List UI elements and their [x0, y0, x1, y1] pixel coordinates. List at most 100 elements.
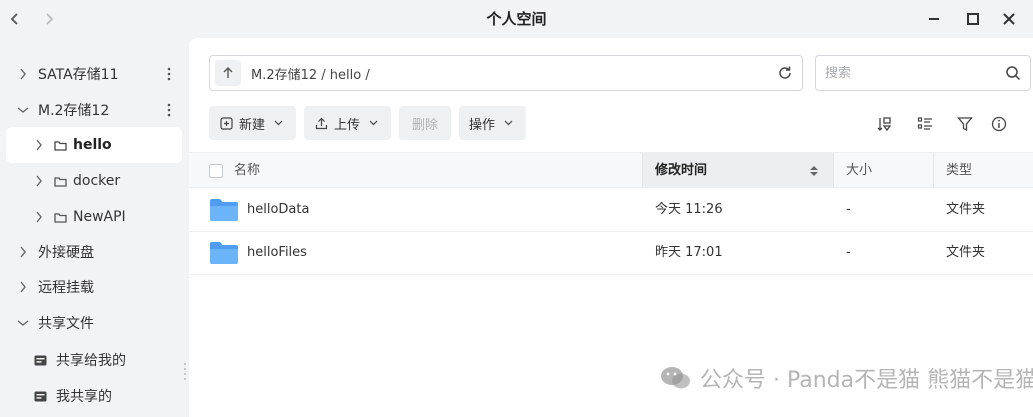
info-icon — [991, 116, 1007, 132]
close-button[interactable] — [994, 4, 1024, 34]
more-vertical-icon[interactable] — [164, 66, 174, 82]
filter-icon — [957, 117, 973, 132]
filter-button[interactable] — [955, 114, 975, 134]
list-view-icon — [917, 117, 932, 130]
table-row[interactable]: helloFiles 昨天 17:01 - 文件夹 — [189, 232, 1033, 275]
refresh-button[interactable] — [776, 64, 794, 82]
table-header: 名称 修改时间 大小 类型 — [189, 152, 1033, 188]
sidebar-item-m2[interactable]: M.2存储12 — [6, 92, 182, 128]
chevron-left-icon — [10, 13, 18, 25]
column-name[interactable]: 名称 — [234, 153, 642, 188]
folder-icon — [54, 139, 68, 151]
new-file-icon — [219, 116, 233, 130]
chevron-down-icon[interactable] — [16, 316, 30, 330]
window-title: 个人空间 — [486, 10, 547, 28]
sidebar-item-label: M.2存储12 — [38, 103, 110, 119]
breadcrumb[interactable]: M.2存储12 / hello / — [251, 64, 370, 83]
new-button[interactable]: 新建 — [209, 106, 296, 140]
chevron-right-icon[interactable] — [16, 280, 30, 294]
watermark: 公众号 · Panda不是猫 熊猫不是猫猫 — [660, 360, 1033, 396]
sidebar-item-shared-files[interactable]: 共享文件 — [6, 305, 182, 341]
sidebar-item-label: 外接硬盘 — [38, 245, 94, 261]
upload-button-label: 上传 — [334, 117, 361, 133]
sidebar-item-label: SATA存储11 — [38, 67, 119, 83]
sidebar-item-label: docker — [73, 173, 121, 189]
chevron-right-icon[interactable] — [32, 174, 46, 188]
column-divider — [833, 153, 834, 188]
folder-icon — [210, 242, 238, 264]
delete-button-label: 删除 — [411, 117, 438, 133]
upload-icon — [314, 116, 328, 130]
sidebar-item-label: hello — [73, 137, 112, 153]
column-modified-label: 修改时间 — [655, 163, 708, 178]
sidebar-item-my-shares[interactable]: 我共享的 — [6, 378, 182, 414]
sidebar-item-external-disk[interactable]: 外接硬盘 — [6, 234, 182, 270]
search-button[interactable] — [1004, 64, 1022, 82]
list-view-button[interactable] — [915, 114, 935, 134]
file-size: - — [846, 245, 851, 260]
refresh-icon — [779, 66, 791, 79]
title-bar: 个人空间 — [0, 0, 1033, 38]
file-type: 文件夹 — [946, 245, 986, 260]
column-divider — [933, 153, 934, 188]
folder-icon — [210, 199, 238, 221]
minimize-icon — [929, 18, 939, 20]
file-type: 文件夹 — [946, 202, 986, 217]
chevron-right-icon[interactable] — [16, 67, 30, 81]
forward-button[interactable] — [34, 0, 64, 38]
sidebar-item-label: 远程挂载 — [38, 280, 94, 296]
search-input[interactable] — [825, 65, 985, 81]
maximize-button[interactable] — [958, 4, 988, 34]
up-directory-button[interactable] — [215, 60, 241, 86]
chevron-down-icon[interactable] — [16, 103, 30, 117]
table-row[interactable]: helloData 今天 11:26 - 文件夹 — [189, 189, 1033, 232]
chevron-down-icon — [273, 118, 283, 128]
chevron-right-icon[interactable] — [16, 245, 30, 259]
sidebar: SATA存储11 M.2存储12 hello docker NewAPI 外接硬… — [0, 38, 188, 417]
column-type[interactable]: 类型 — [946, 153, 1032, 188]
sidebar-item-label: 共享文件 — [38, 316, 94, 332]
actions-button[interactable]: 操作 — [459, 106, 526, 140]
sort-button[interactable] — [875, 114, 895, 134]
file-modified: 昨天 17:01 — [655, 245, 723, 260]
shared-drive-icon — [34, 390, 48, 402]
sidebar-item-hello[interactable]: hello — [6, 127, 182, 163]
chevron-right-icon — [46, 13, 54, 25]
sidebar-item-label: NewAPI — [73, 209, 126, 225]
chevron-down-icon — [503, 118, 513, 128]
select-all-checkbox[interactable] — [209, 164, 223, 178]
sidebar-item-label: 我共享的 — [56, 389, 112, 405]
sidebar-item-sata[interactable]: SATA存储11 — [6, 56, 182, 92]
actions-button-label: 操作 — [469, 117, 496, 133]
info-button[interactable] — [989, 114, 1009, 134]
column-size[interactable]: 大小 — [846, 153, 932, 188]
chevron-right-icon[interactable] — [32, 138, 46, 152]
arrow-up-icon — [223, 67, 233, 78]
minimize-button[interactable] — [919, 4, 949, 34]
resize-handle-icon[interactable] — [183, 362, 187, 380]
sidebar-item-docker[interactable]: docker — [6, 163, 182, 199]
sidebar-item-remote-mount[interactable]: 远程挂载 — [6, 269, 182, 305]
new-button-label: 新建 — [239, 117, 266, 133]
upload-button[interactable]: 上传 — [304, 106, 391, 140]
more-vertical-icon[interactable] — [164, 102, 174, 118]
sort-icon — [877, 117, 892, 132]
column-modified[interactable]: 修改时间 — [643, 153, 833, 188]
sidebar-item-shared-with-me[interactable]: 共享给我的 — [6, 342, 182, 378]
folder-icon — [54, 211, 68, 223]
chevron-down-icon — [368, 118, 378, 128]
sidebar-item-newapi[interactable]: NewAPI — [6, 199, 182, 235]
search-box — [815, 55, 1031, 91]
file-name[interactable]: helloData — [247, 189, 309, 231]
file-name[interactable]: helloFiles — [247, 232, 307, 274]
chevron-right-icon[interactable] — [32, 210, 46, 224]
path-bar[interactable]: M.2存储12 / hello / — [209, 55, 803, 91]
close-icon — [1003, 13, 1015, 25]
watermark-text: 公众号 · Panda不是猫 熊猫不是猫猫 — [700, 368, 1033, 393]
shared-drive-icon — [34, 354, 48, 366]
wechat-icon — [660, 365, 692, 391]
sort-toggle-icon — [810, 166, 818, 176]
back-button[interactable] — [0, 0, 30, 38]
delete-button[interactable]: 删除 — [399, 106, 451, 140]
sidebar-item-label: 共享给我的 — [56, 353, 126, 369]
